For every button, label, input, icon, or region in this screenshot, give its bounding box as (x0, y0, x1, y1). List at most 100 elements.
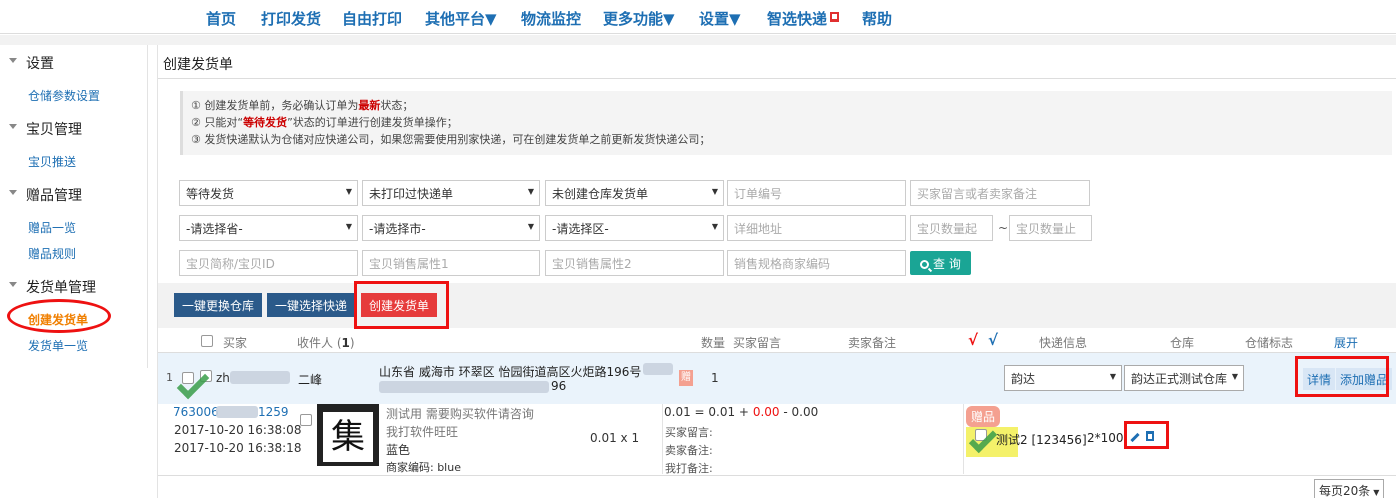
sidebar-item-gift-rules[interactable]: 赠品规则 (28, 245, 76, 262)
nav-smart-express[interactable]: 智选快递 (767, 8, 840, 29)
divider (662, 404, 663, 474)
highlight-box (1124, 421, 1169, 449)
item-checkbox[interactable] (300, 414, 312, 426)
item-shop: 我打软件旺旺 (386, 425, 459, 439)
notice-text: ② 只能对“ (191, 116, 244, 129)
hot-badge-icon (830, 12, 840, 22)
highlight-box (354, 281, 449, 329)
nav-other-platforms[interactable]: 其他平台▼ (425, 8, 497, 29)
caret-down-icon (9, 190, 17, 195)
notice-highlight: 等待发货 (243, 116, 288, 129)
sidebar-item-item-push[interactable]: 宝贝推送 (28, 153, 76, 170)
row-index: 1 (166, 371, 173, 384)
item-name: 测试用 需要购买软件请咨询 (386, 407, 534, 421)
nav-smart-express-label: 智选快递 (767, 10, 828, 28)
notice-line-2: ② 只能对“等待发货”状态的订单进行创建发货单操作； (191, 114, 1384, 131)
gift-qty: 2*100 (1087, 431, 1124, 445)
nav-logistics-monitor[interactable]: 物流监控 (521, 8, 581, 29)
attr1-input[interactable]: 宝贝销售属性1 (362, 250, 540, 276)
phone-blur (379, 381, 549, 393)
sidebar-item-invoice-list[interactable]: 发货单一览 (28, 337, 88, 354)
notice-text: ”状态的订单进行创建发货单操作； (287, 116, 458, 129)
col-warehouse-flag: 仓储标志 (1245, 336, 1294, 350)
buyer-name-blur (230, 371, 290, 384)
price-formula: 0.01 = 0.01 + 0.00 - 0.00 (664, 405, 818, 419)
district-select[interactable]: -请选择区- (545, 215, 724, 241)
query-label: 查 询 (933, 257, 961, 271)
order-number-suffix[interactable]: 1259 (258, 405, 289, 419)
warehouse-status-select[interactable]: 未创建仓库发货单 (545, 180, 724, 206)
attr2-input[interactable]: 宝贝销售属性2 (545, 250, 724, 276)
buyer-name: zh (216, 371, 230, 385)
expand-link[interactable]: 展开 (1334, 334, 1358, 351)
action-bar: 一键更换仓库 一键选择快递 创建发货单 (158, 281, 1396, 329)
notice-highlight: 最新 (358, 99, 381, 112)
search-icon (920, 260, 929, 269)
notice-text: 状态； (380, 99, 414, 112)
nav-print-ship[interactable]: 打印发货 (261, 8, 321, 29)
notice-box: ① 创建发货单前，务必确认订单为最新状态； ② 只能对“等待发货”状态的订单进行… (180, 91, 1392, 155)
check-red-icon[interactable]: √ (968, 331, 978, 349)
order-number-prefix[interactable]: 763006 (173, 405, 219, 419)
sidebar-group-items[interactable]: 宝贝管理 (26, 119, 82, 139)
sidebar-item-warehouse-params[interactable]: 仓储参数设置 (28, 87, 100, 104)
item-color: 蓝色 (386, 443, 411, 457)
sidebar-item-gift-list[interactable]: 赠品一览 (28, 219, 76, 236)
notice-line-3: ③ 发货快递默认为仓储对应快递公司，如果您需要使用别家快递，可在创建发货单之前更… (191, 133, 711, 146)
warehouse-select[interactable]: 韵达正式测试仓库 (1124, 365, 1244, 391)
nav-settings[interactable]: 设置▼ (699, 8, 741, 29)
col-receiver-close: ) (349, 336, 355, 350)
remark-input[interactable]: 买家留言或者卖家备注 (910, 180, 1090, 206)
nav-help[interactable]: 帮助 (862, 8, 892, 29)
divider (158, 475, 1396, 476)
sidebar-group-gifts[interactable]: 赠品管理 (26, 185, 82, 205)
col-warehouse: 仓库 (1170, 336, 1195, 350)
order-number-input[interactable]: 订单编号 (727, 180, 906, 206)
province-select[interactable]: -请选择省- (179, 215, 358, 241)
page-title: 创建发货单 (163, 57, 233, 73)
gift-mark-icon: 赠 (679, 370, 693, 386)
my-note-label: 我打备注: (665, 462, 713, 475)
formula-text: 0.01 = 0.01 + (664, 405, 753, 419)
gift-name: 测试2 [123456] (996, 433, 1087, 447)
col-buyer-msg: 买家留言 (733, 336, 782, 350)
select-all-checkbox[interactable] (201, 335, 213, 347)
item-name-input[interactable]: 宝贝简称/宝贝ID (179, 250, 358, 276)
notice-line-1: ① 创建发货单前，务必确认订单为最新状态； (191, 97, 1384, 114)
status-select[interactable]: 等待发货 (179, 180, 358, 206)
qty-from-input[interactable]: 宝贝数量起 (910, 215, 993, 241)
order-qty: 1 (711, 371, 719, 385)
per-page-select[interactable]: 每页20条 (1314, 479, 1385, 498)
nav-more-features[interactable]: 更多功能▼ (603, 8, 675, 29)
change-warehouse-button[interactable]: 一键更换仓库 (174, 293, 263, 317)
address-blur (643, 363, 673, 375)
check-blue-icon[interactable]: √ (988, 331, 998, 349)
sidebar: 设置 仓储参数设置 宝贝管理 宝贝推送 赠品管理 赠品一览 赠品规则 发货单管理… (0, 45, 148, 368)
print-status-select[interactable]: 未打印过快递单 (362, 180, 540, 206)
city-select[interactable]: -请选择市- (362, 215, 540, 241)
table-header: 买家 收件人 (1) 数量 买家留言 卖家备注 √ √ 快递信息 仓库 仓储标志… (158, 329, 1396, 353)
highlight-ellipse (7, 299, 111, 333)
col-express-info: 快递信息 (1039, 336, 1088, 350)
col-seller-note: 卖家备注 (848, 336, 897, 350)
col-buyer: 买家 (223, 336, 248, 350)
sidebar-group-invoice[interactable]: 发货单管理 (26, 277, 96, 297)
address-input[interactable]: 详细地址 (727, 215, 906, 241)
nav-free-print[interactable]: 自由打印 (342, 8, 402, 29)
express-select[interactable]: 韵达 (1004, 365, 1122, 391)
choose-express-button[interactable]: 一键选择快递 (267, 293, 356, 317)
sku-code-input[interactable]: 销售规格商家编码 (727, 250, 906, 276)
order-time-1: 2017-10-20 16:38:08 (174, 423, 302, 437)
notice-text: ① 创建发货单前，务必确认订单为 (191, 99, 359, 112)
receiver-address: 山东省 威海市 环翠区 怡园街道高区火炬路196号 (379, 365, 642, 379)
formula-text: - 0.00 (779, 405, 819, 419)
table-row: 1 zh 二峰 山东省 威海市 环翠区 怡园街道高区火炬路196号 96 赠 1… (158, 353, 1396, 404)
qty-to-input[interactable]: 宝贝数量止 (1009, 215, 1092, 241)
item-thumbnail-glyph: 集 (323, 412, 373, 462)
divider (963, 404, 964, 474)
phone-suffix: 96 (551, 379, 567, 393)
sidebar-group-settings[interactable]: 设置 (26, 53, 54, 73)
query-button[interactable]: 查 询 (910, 251, 971, 275)
buyer-msg-label: 买家留言: (665, 426, 713, 439)
nav-home[interactable]: 首页 (206, 8, 236, 29)
